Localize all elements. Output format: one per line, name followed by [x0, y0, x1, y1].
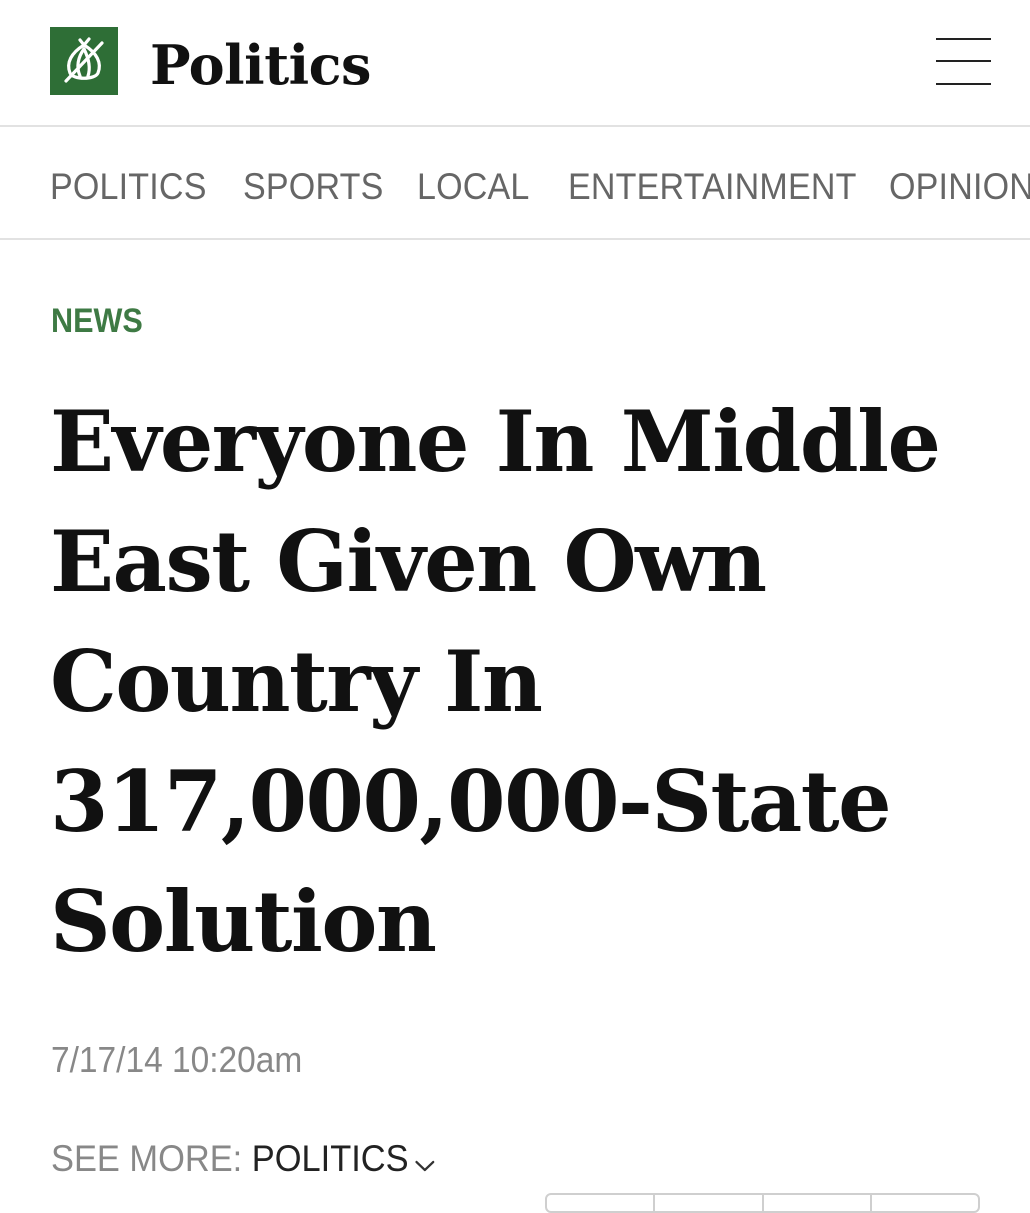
site-logo[interactable] — [50, 27, 118, 95]
share-button[interactable] — [547, 1195, 656, 1211]
category-nav: POLITICS SPORTS LOCAL ENTERTAINMENT OPIN… — [0, 127, 1030, 240]
see-more: SEE MORE: POLITICS — [51, 1137, 435, 1183]
section-title[interactable]: Politics — [150, 30, 371, 100]
see-more-link[interactable]: POLITICS — [252, 1138, 409, 1179]
nav-item-local[interactable]: LOCAL — [417, 165, 530, 209]
share-button[interactable] — [872, 1195, 978, 1211]
article-timestamp: 7/17/14 10:20am — [51, 1039, 303, 1080]
onion-icon — [64, 37, 104, 83]
share-button[interactable] — [655, 1195, 764, 1211]
share-button[interactable] — [764, 1195, 872, 1211]
site-header: Politics — [0, 0, 1030, 127]
article-headline: Everyone In Middle East Given Own Countr… — [50, 392, 941, 971]
article-kicker[interactable]: NEWS — [51, 300, 143, 342]
nav-item-entertainment[interactable]: ENTERTAINMENT — [568, 165, 857, 209]
nav-item-opinion[interactable]: OPINION — [889, 165, 1030, 209]
share-bar[interactable] — [545, 1193, 980, 1213]
hamburger-menu-icon[interactable] — [933, 36, 993, 88]
see-more-label: SEE MORE: — [51, 1138, 243, 1179]
chevron-down-icon[interactable] — [414, 1139, 434, 1183]
nav-item-sports[interactable]: SPORTS — [243, 165, 383, 209]
nav-item-politics[interactable]: POLITICS — [50, 165, 207, 209]
